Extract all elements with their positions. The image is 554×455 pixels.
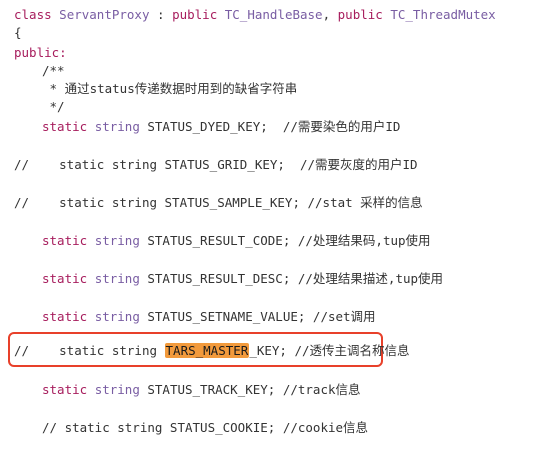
string-type: string (94, 233, 140, 248)
code-line-track-key: static string STATUS_TRACK_KEY; //track信… (42, 381, 361, 399)
code-line-grid-key: // static string STATUS_GRID_KEY; //需要灰度… (14, 156, 418, 174)
string-type: string (94, 119, 140, 134)
static-keyword: static (42, 119, 88, 134)
code-line-dyed-key: static string STATUS_DYED_KEY; //需要染色的用户… (42, 118, 400, 136)
public-keyword-1: public (172, 7, 218, 22)
line-text: static string STATUS_SAMPLE_KEY; //stat … (59, 195, 423, 210)
code-line-result-desc: static string STATUS_RESULT_DESC; //处理结果… (42, 270, 443, 288)
comment-prefix: // (14, 343, 60, 358)
code-line-cookie: // static string STATUS_COOKIE; //cookie… (42, 420, 369, 435)
string-type: string (94, 382, 140, 397)
class-declaration-line: class ServantProxy : public TC_HandleBas… (14, 6, 496, 24)
static-keyword: static (42, 271, 88, 286)
code-line-setname-value: static string STATUS_SETNAME_VALUE; //se… (42, 308, 376, 326)
string-type: string (94, 309, 140, 324)
static-keyword: static (42, 233, 88, 248)
line-text-before: static string (59, 343, 165, 358)
code-line-tars-master-key: // static string TARS_MASTER_KEY; //透传主调… (14, 342, 410, 360)
line-rest: STATUS_SETNAME_VALUE; //set调用 (139, 309, 376, 324)
doc-comment-close: */ (42, 99, 65, 114)
static-keyword: static (42, 309, 88, 324)
class-name: ServantProxy (59, 7, 150, 22)
line-text: static string STATUS_GRID_KEY; //需要灰度的用户… (59, 157, 418, 172)
code-line-result-code: static string STATUS_RESULT_CODE; //处理结果… (42, 232, 431, 250)
open-brace-line: { (14, 25, 22, 40)
base-class-2: TC_ThreadMutex (390, 7, 496, 22)
public-keyword-2: public (337, 7, 383, 22)
string-type: string (94, 271, 140, 286)
search-match-highlight: TARS_MASTER (164, 343, 250, 358)
static-keyword: static (42, 382, 88, 397)
doc-comment-open: /** (42, 63, 65, 78)
line-text-after: _KEY; //透传主调名称信息 (249, 343, 410, 358)
doc-comment-body: * 通过status传递数据时用到的缺省字符串 (42, 81, 298, 96)
line-rest: STATUS_TRACK_KEY; //track信息 (139, 382, 361, 397)
public-label-line: public: (14, 45, 67, 60)
line-rest: STATUS_RESULT_DESC; //处理结果描述,tup使用 (139, 271, 444, 286)
comma: , (322, 7, 338, 22)
line-rest: STATUS_RESULT_CODE; //处理结果码,tup使用 (139, 233, 431, 248)
code-viewer: class ServantProxy : public TC_HandleBas… (0, 0, 554, 455)
line-rest: STATUS_DYED_KEY; //需要染色的用户ID (139, 119, 401, 134)
comment-prefix: // (14, 195, 60, 210)
base-class-1: TC_HandleBase (224, 7, 323, 22)
class-keyword: class (14, 7, 52, 22)
inherit-colon: : (149, 7, 173, 22)
comment-prefix: // (14, 157, 60, 172)
code-line-sample-key: // static string STATUS_SAMPLE_KEY; //st… (14, 194, 423, 212)
